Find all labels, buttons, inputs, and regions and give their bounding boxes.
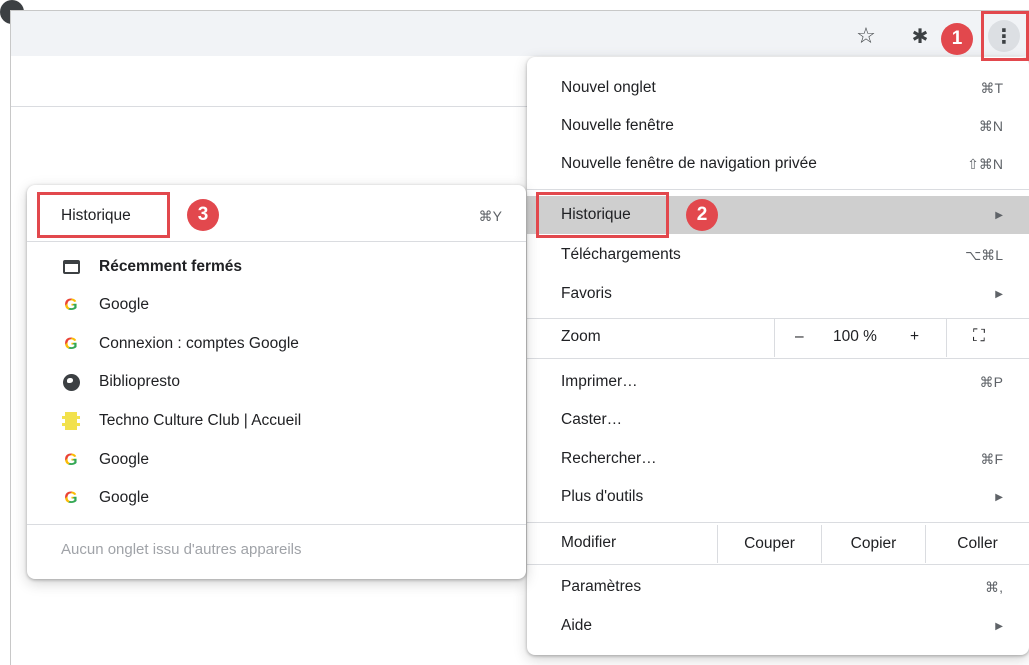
paste-button[interactable]: Coller [926, 525, 1029, 563]
menu-item-find[interactable]: Rechercher… ⌘F [527, 440, 1029, 478]
menu-item-label: Nouvelle fenêtre de navigation privée [561, 155, 817, 172]
menu-separator [527, 522, 1029, 523]
bookmark-star-icon[interactable]: ☆ [852, 22, 880, 50]
zoom-label: Zoom [561, 328, 601, 345]
google-icon: G [64, 334, 78, 353]
zoom-out-button[interactable]: – [795, 328, 804, 346]
shortcut-label: ⌘T [980, 79, 1003, 96]
history-item-label: Google [99, 489, 149, 506]
shortcut-label: ⌘F [980, 450, 1003, 467]
menu-item-label: Favoris [561, 285, 612, 302]
menu-item-new-window[interactable]: Nouvelle fenêtre ⌘N [527, 107, 1029, 145]
menu-separator [527, 189, 1029, 190]
edit-label: Modifier [561, 534, 617, 551]
menu-separator [527, 564, 1029, 565]
fullscreen-icon[interactable]: ⛶ [973, 326, 985, 346]
menu-item-label: Nouvel onglet [561, 79, 656, 96]
menu-item-history[interactable]: Historique ▶ [527, 196, 1029, 234]
history-submenu-header[interactable]: Historique ⌘Y [27, 197, 526, 235]
chrome-main-menu: Nouvel onglet ⌘T Nouvelle fenêtre ⌘N Nou… [527, 57, 1029, 655]
menu-item-print[interactable]: Imprimer… ⌘P [527, 363, 1029, 401]
menu-item-more-tools[interactable]: Plus d'outils ▶ [527, 478, 1029, 516]
menu-item-label: Paramètres [561, 578, 642, 595]
history-item[interactable]: Techno Culture Club | Accueil [27, 402, 526, 440]
history-item[interactable]: G Google [27, 479, 526, 517]
tab-icon [61, 257, 81, 277]
menu-separator [527, 358, 1029, 359]
google-icon: G [64, 450, 78, 469]
shortcut-label: ⌘N [978, 117, 1003, 134]
three-dots-vertical-icon: ⋮ [994, 25, 1014, 48]
history-item[interactable]: G Connexion : comptes Google [27, 325, 526, 363]
menu-item-label: Imprimer… [561, 373, 638, 390]
menu-item-label: Plus d'outils [561, 488, 644, 505]
zoom-in-button[interactable]: + [910, 328, 919, 346]
shortcut-label: ⌘P [979, 373, 1003, 390]
step-badge-3: 3 [187, 199, 219, 231]
history-item-label: Bibliopresto [99, 373, 180, 390]
submenu-arrow-icon: ▶ [995, 288, 1003, 300]
techno-culture-club-icon [61, 411, 81, 431]
history-item-label: Techno Culture Club | Accueil [99, 412, 302, 429]
globe-icon [61, 372, 81, 392]
menu-item-bookmarks[interactable]: Favoris ▶ [527, 275, 1029, 313]
step-badge-2: 2 [686, 199, 718, 231]
menu-item-new-incognito-window[interactable]: Nouvelle fenêtre de navigation privée ⇧⌘… [527, 145, 1029, 183]
submenu-arrow-icon: ▶ [995, 209, 1003, 221]
shortcut-label: ⌘, [985, 578, 1003, 595]
history-item[interactable]: Bibliopresto [27, 363, 526, 401]
history-header-label: Historique [61, 207, 131, 224]
menu-item-settings[interactable]: Paramètres ⌘, [527, 568, 1029, 606]
menu-item-label: Nouvelle fenêtre [561, 117, 674, 134]
menu-item-new-tab[interactable]: Nouvel onglet ⌘T [527, 69, 1029, 107]
chrome-menu-button[interactable]: ⋮ [988, 20, 1020, 52]
zoom-divider [946, 319, 947, 357]
history-item[interactable]: G Google [27, 441, 526, 479]
extensions-puzzle-icon[interactable]: ✱ [906, 22, 934, 50]
menu-separator [27, 524, 526, 525]
cut-button[interactable]: Couper [718, 525, 821, 563]
history-submenu: Historique ⌘Y Récemment fermés G Google … [27, 185, 526, 579]
zoom-divider [774, 319, 775, 357]
menu-item-label: Rechercher… [561, 450, 657, 467]
step-badge-1: 1 [941, 23, 973, 55]
history-item-label: Google [99, 296, 149, 313]
history-item-label: Google [99, 451, 149, 468]
history-item-label: Connexion : comptes Google [99, 335, 299, 352]
history-item[interactable]: G Google [27, 286, 526, 324]
shortcut-label: ⌘Y [478, 207, 502, 224]
history-item-recently-closed[interactable]: Récemment fermés [27, 248, 526, 286]
menu-separator [27, 241, 526, 242]
menu-item-help[interactable]: Aide ▶ [527, 607, 1029, 645]
google-icon: G [64, 295, 78, 314]
google-icon: G [64, 488, 78, 507]
no-other-devices-message: Aucun onglet issu d'autres appareils [61, 541, 302, 558]
menu-item-label: Caster… [561, 411, 623, 428]
shortcut-label: ⇧⌘N [967, 155, 1003, 172]
copy-button[interactable]: Copier [822, 525, 925, 563]
menu-item-downloads[interactable]: Téléchargements ⌥⌘L [527, 236, 1029, 274]
zoom-level-value: 100 % [833, 328, 877, 345]
menu-item-cast[interactable]: Caster… [527, 401, 1029, 439]
shortcut-label: ⌥⌘L [965, 246, 1003, 263]
submenu-arrow-icon: ▶ [995, 620, 1003, 632]
zoom-row: Zoom – 100 % + ⛶ [527, 319, 1029, 357]
submenu-arrow-icon: ▶ [995, 491, 1003, 503]
menu-item-label: Aide [561, 617, 593, 634]
edit-row: Modifier Couper Copier Coller [527, 525, 1029, 563]
menu-item-label: Historique [561, 206, 631, 223]
history-item-label: Récemment fermés [99, 258, 243, 275]
menu-item-label: Téléchargements [561, 246, 681, 263]
